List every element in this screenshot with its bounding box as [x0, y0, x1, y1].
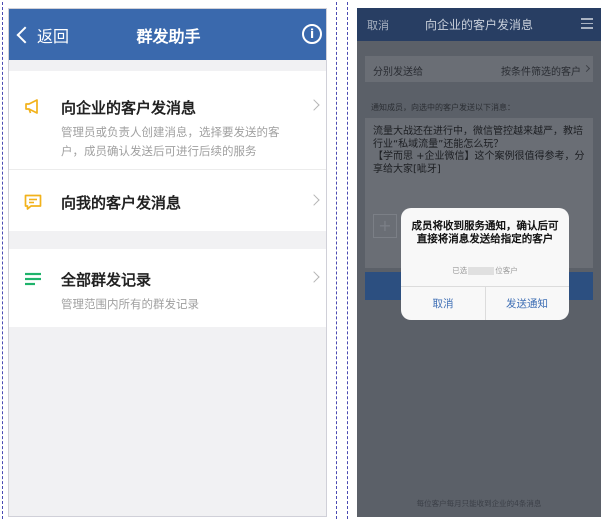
send-scope-row[interactable]: 分别发送给 按条件筛选的客户: [365, 56, 593, 82]
dialog-title: 成员将收到服务通知，确认后可直接将消息发送给指定的客户: [411, 220, 559, 245]
chevron-right-icon: [582, 64, 591, 73]
add-attachment-button[interactable]: +: [373, 214, 397, 238]
chevron-right-icon: [308, 271, 320, 283]
center-divider: [336, 2, 337, 519]
send-scope-value: 按条件筛选的客户: [501, 67, 581, 78]
list-item-send-enterprise-customers[interactable]: 向企业的客户发消息 管理员或负责人创建消息，选择要发送的客户，成员确认发送后可进…: [9, 71, 326, 169]
send-scope-label: 分别发送给: [373, 67, 423, 78]
chevron-right-icon: [308, 99, 320, 111]
item-title: 向我的客户发消息: [61, 194, 182, 212]
message-text[interactable]: 流量大战还在进行中，微信管控越来越严，教培行业“私域流量”还能怎么玩？ 【学而思…: [373, 126, 587, 176]
redacted-count: [468, 267, 495, 275]
left-header: 返回 群发助手 i: [9, 9, 326, 60]
menu-icon[interactable]: [581, 18, 593, 29]
confirm-dialog: 成员将收到服务通知，确认后可直接将消息发送给指定的客户 已选 位客户 取消 发送通…: [401, 208, 569, 320]
item-description: 管理范围内所有的群发记录: [61, 297, 199, 311]
megaphone-icon: [25, 99, 38, 114]
message-options-card: 向企业的客户发消息 管理员或负责人创建消息，选择要发送的客户，成员确认发送后可进…: [9, 71, 326, 231]
list-item-send-my-customers[interactable]: 向我的客户发消息: [9, 169, 326, 231]
item-title: 向企业的客户发消息: [61, 99, 197, 117]
list-icon: [25, 272, 41, 286]
chevron-right-icon: [308, 194, 320, 206]
footer-note: 每位客户每月只能收到企业的4条消息: [416, 499, 542, 508]
dialog-subtitle-prefix: 已选: [452, 266, 468, 275]
dialog-subtitle-suffix: 位客户: [495, 266, 518, 275]
page-title: 向企业的客户发消息: [424, 18, 533, 32]
message-hint: 通知成员，向选中的客户发送以下消息：: [371, 103, 515, 112]
item-description: 管理员或负责人创建消息，选择要发送的客户，成员确认发送后可进行后续的服务: [61, 125, 280, 158]
frame-left-border: [2, 2, 3, 519]
left-screen: 返回 群发助手 i 向企业的客户发消息 管理员或负责人创建消息，选择要发送的客户…: [8, 8, 327, 517]
dialog-subtitle: 已选 位客户: [401, 265, 569, 276]
page-title: 群发助手: [136, 27, 201, 46]
center-divider-2: [347, 2, 348, 519]
records-card: 全部群发记录 管理范围内所有的群发记录: [9, 249, 326, 327]
dialog-cancel-button[interactable]: 取消: [401, 296, 485, 311]
list-item-all-records[interactable]: 全部群发记录 管理范围内所有的群发记录: [9, 249, 326, 327]
chat-bubble-icon: [24, 194, 42, 210]
item-title: 全部群发记录: [61, 271, 152, 289]
right-screen: 取消 向企业的客户发消息 分别发送给 按条件筛选的客户 通知成员，向选中的客户发…: [357, 8, 601, 517]
dialog-send-notification-button[interactable]: 发送通知: [485, 296, 569, 311]
info-icon[interactable]: i: [302, 24, 322, 44]
right-header: 取消 向企业的客户发消息: [357, 8, 601, 41]
